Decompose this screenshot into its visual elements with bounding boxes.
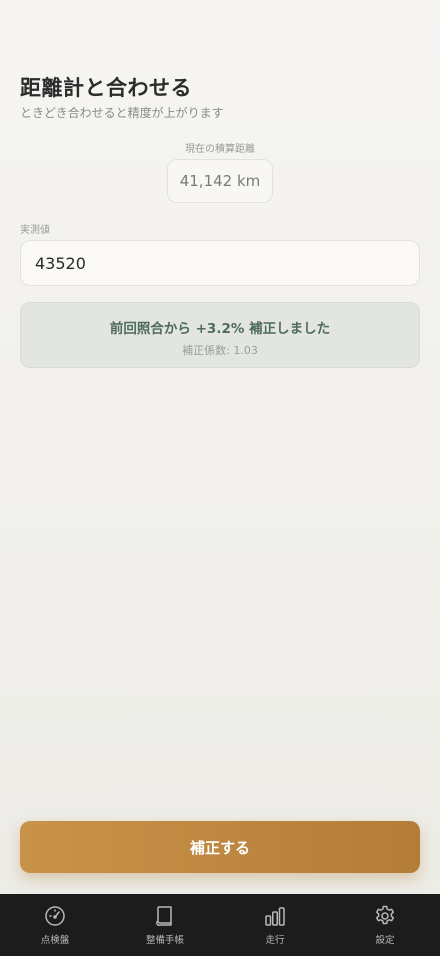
tab-inspection[interactable]: 点検盤 [0,894,110,956]
page-title: 距離計と合わせる [20,76,192,100]
odometer-value: 41,142 km [179,172,261,190]
apply-correction-button[interactable]: 補正する [20,821,420,873]
correction-message: 前回照合から +3.2% 補正しました [109,321,331,337]
tab-inspection-label: 点検盤 [40,935,70,946]
book-icon [156,906,172,926]
actual-value-input[interactable] [20,240,420,286]
gauge-icon [45,906,65,926]
tab-settings[interactable]: 設定 [330,894,440,956]
tab-driving[interactable]: 走行 [220,894,330,956]
page-subtitle: ときどき合わせると精度が上がります [20,106,224,120]
correction-result-card: 前回照合から +3.2% 補正しました 補正係数: 1.03 [20,302,420,368]
tab-driving-label: 走行 [265,935,285,946]
correction-coefficient: 補正係数: 1.03 [182,344,258,357]
bottom-tab-bar: 点検盤 整備手帳 走行 設定 [0,894,440,956]
actual-value-label: 実測値 [20,225,50,236]
gear-icon [375,905,395,925]
bar-chart-icon [265,907,285,926]
tab-maintenance-log[interactable]: 整備手帳 [110,894,220,956]
tab-settings-label: 設定 [375,935,395,946]
odometer-label: 現在の積算距離 [185,144,255,155]
tab-maintenance-log-label: 整備手帳 [145,935,184,946]
odometer-value-box: 41,142 km [167,159,273,203]
